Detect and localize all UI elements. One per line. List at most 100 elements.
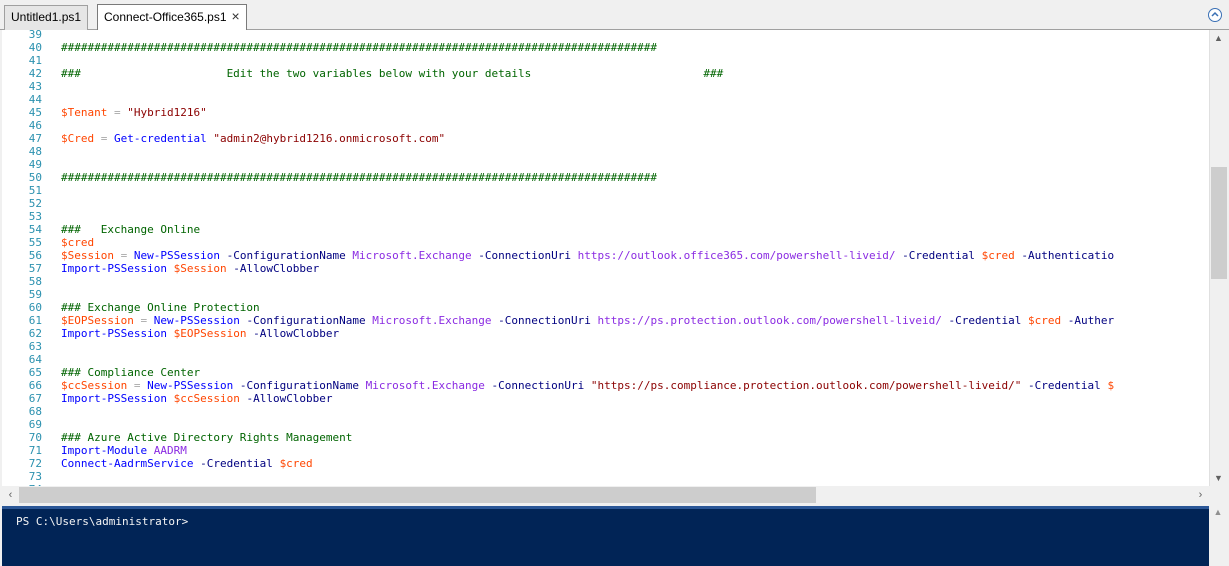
code-token: -Credential	[948, 314, 1022, 327]
code-line[interactable]: 65 ### Compliance Center	[2, 366, 200, 379]
code-token: $cred	[981, 249, 1015, 262]
code-line[interactable]: 53	[2, 210, 42, 223]
line-text: ### Exchange Online	[61, 223, 200, 236]
code-token: $ccSession	[61, 379, 128, 392]
code-line[interactable]: 60 ### Exchange Online Protection	[2, 301, 260, 314]
code-token: =	[113, 249, 134, 262]
code-line[interactable]: 56 $Session = New-PSSession -Configuratio…	[2, 249, 1114, 262]
code-line[interactable]: 72 Connect-AadrmService -Credential $cred	[2, 457, 313, 470]
line-number: 64	[28, 353, 42, 366]
code-line[interactable]: 51	[2, 184, 42, 197]
code-line[interactable]: 44	[2, 93, 42, 106]
line-number: 40	[28, 41, 42, 54]
script-editor[interactable]: 39 40 ####################################…	[2, 30, 1209, 486]
code-line[interactable]: 39	[2, 30, 42, 41]
scroll-up-icon[interactable]: ▲	[1209, 507, 1227, 517]
line-text: $ccSession = New-PSSession -Configuratio…	[61, 379, 1114, 392]
code-line[interactable]: 50 ######################################…	[2, 171, 657, 184]
code-token: =	[107, 106, 128, 119]
code-token: $	[1107, 379, 1115, 392]
code-token: Import-Module	[61, 444, 148, 457]
code-line[interactable]: 64	[2, 353, 42, 366]
console-pane[interactable]: PS C:\Users\administrator>	[2, 506, 1209, 566]
code-line[interactable]: 49	[2, 158, 42, 171]
code-token: ### Compliance Center	[61, 366, 201, 379]
line-text: Import-PSSession $EOPSession -AllowClobb…	[61, 327, 339, 340]
line-number: 48	[28, 145, 42, 158]
code-token: ### Exchange Online Protection	[61, 301, 260, 314]
line-number: 65	[28, 366, 42, 379]
editor-horizontal-scrollbar[interactable]: ‹ ›	[2, 486, 1209, 504]
scrollbar-corner	[1209, 486, 1227, 504]
code-line[interactable]: 57 Import-PSSession $Session -AllowClobbe…	[2, 262, 320, 275]
line-text: ### Edit the two variables below with yo…	[61, 67, 723, 80]
code-line[interactable]: 70 ### Azure Active Directory Rights Mana…	[2, 431, 353, 444]
line-text: ### Exchange Online Protection	[61, 301, 260, 314]
horizontal-scroll-thumb[interactable]	[19, 487, 816, 503]
code-line[interactable]: 46	[2, 119, 42, 132]
code-line[interactable]: 48	[2, 145, 42, 158]
code-token: =	[133, 314, 154, 327]
code-line[interactable]: 45 $Tenant = "Hybrid1216"	[2, 106, 207, 119]
line-number: 53	[28, 210, 42, 223]
code-token: "https://ps.compliance.protection.outloo…	[590, 379, 1022, 392]
code-token: ### Azure Active Directory Rights Manage…	[61, 431, 353, 444]
code-line[interactable]: 61 $EOPSession = New-PSSession -Configura…	[2, 314, 1114, 327]
code-token: "Hybrid1216"	[127, 106, 207, 119]
code-line[interactable]: 54 ### Exchange Online	[2, 223, 200, 236]
tab-label: Untitled1.ps1	[11, 10, 82, 24]
code-line[interactable]: 43	[2, 80, 42, 93]
code-line[interactable]: 55 $cred	[2, 236, 94, 249]
code-line[interactable]: 62 Import-PSSession $EOPSession -AllowClo…	[2, 327, 339, 340]
code-line[interactable]: 58	[2, 275, 42, 288]
line-number: 73	[28, 470, 42, 483]
console-scrollbar[interactable]: ▲	[1209, 506, 1227, 566]
line-number: 39	[28, 30, 42, 41]
code-token: Import-PSSession	[61, 262, 167, 275]
code-line[interactable]: 52	[2, 197, 42, 210]
code-line[interactable]: 59	[2, 288, 42, 301]
code-line[interactable]: 71 Import-Module AADRM	[2, 444, 187, 457]
code-token: -Credential	[200, 457, 273, 470]
code-line[interactable]: 47 $Cred = Get-credential "admin2@hybrid1…	[2, 132, 445, 145]
code-token: $EOPSession	[61, 314, 134, 327]
code-line[interactable]: 41	[2, 54, 42, 67]
code-line[interactable]: 66 $ccSession = New-PSSession -Configurat…	[2, 379, 1114, 392]
code-token: Import-PSSession	[61, 392, 167, 405]
tab-connect-office365[interactable]: Connect-Office365.ps1 ×	[97, 4, 247, 30]
code-token: -ConfigurationName	[239, 379, 360, 392]
code-line[interactable]: 40 ######################################…	[2, 41, 657, 54]
code-token: $Session	[173, 262, 227, 275]
console-prompt: PS C:\Users\administrator>	[16, 515, 189, 528]
vertical-scroll-thumb[interactable]	[1211, 167, 1227, 279]
code-token: -Credential	[1027, 379, 1101, 392]
code-line[interactable]: 42 ### Edit the two variables below with …	[2, 67, 724, 80]
code-line[interactable]: 69	[2, 418, 42, 431]
close-icon[interactable]: ×	[232, 5, 240, 28]
editor-vertical-scrollbar[interactable]: ▲ ▼	[1209, 30, 1227, 486]
code-line[interactable]: 63	[2, 340, 42, 353]
code-area[interactable]: 39 40 ####################################…	[2, 30, 1114, 486]
line-text: $EOPSession = New-PSSession -Configurati…	[61, 314, 1114, 327]
tab-label: Connect-Office365.ps1	[104, 10, 227, 24]
code-token: ### Exchange Online	[61, 223, 201, 236]
scroll-left-icon[interactable]: ‹	[2, 486, 19, 504]
line-number: 45	[28, 106, 42, 119]
collapse-script-pane-icon[interactable]	[1208, 8, 1222, 22]
code-line[interactable]: 67 Import-PSSession $ccSession -AllowClob…	[2, 392, 333, 405]
line-number: 47	[28, 132, 42, 145]
scroll-up-icon[interactable]: ▲	[1210, 30, 1227, 46]
code-token: =	[127, 379, 148, 392]
scroll-right-icon[interactable]: ›	[1192, 486, 1209, 504]
scroll-down-icon[interactable]: ▼	[1210, 470, 1227, 486]
code-token: Microsoft.Exchange	[372, 314, 492, 327]
tab-untitled1[interactable]: Untitled1.ps1	[4, 5, 89, 30]
code-line[interactable]: 68	[2, 405, 42, 418]
code-line[interactable]: 73	[2, 470, 42, 483]
